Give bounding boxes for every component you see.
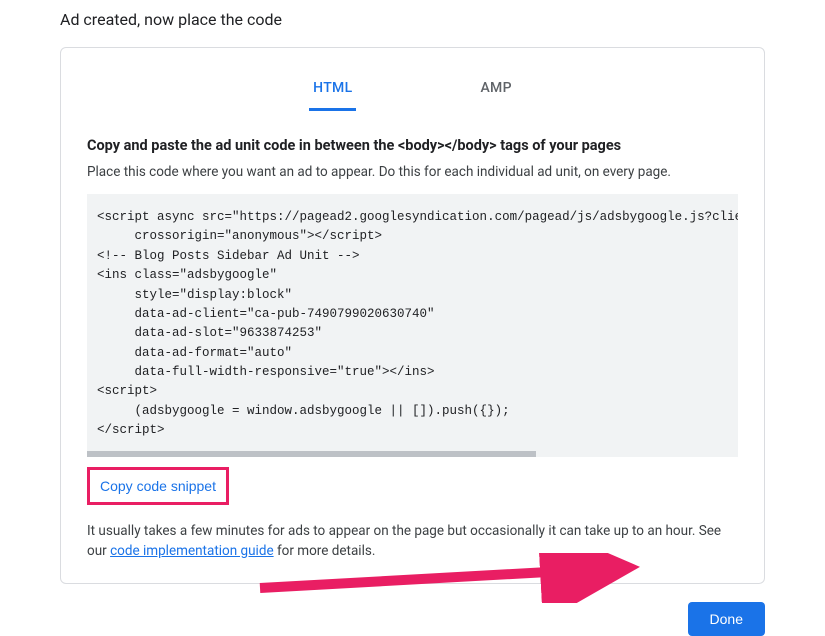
implementation-guide-link[interactable]: code implementation guide: [110, 543, 274, 559]
page-title: Ad created, now place the code: [60, 10, 765, 29]
copy-code-button[interactable]: Copy code snippet: [96, 472, 220, 500]
section-sub: Place this code where you want an ad to …: [87, 164, 738, 180]
tabs: HTML AMP: [87, 68, 738, 111]
info-suffix: for more details.: [274, 543, 376, 559]
tab-html[interactable]: HTML: [309, 68, 356, 111]
code-card: HTML AMP Copy and paste the ad unit code…: [60, 47, 765, 584]
code-snippet[interactable]: <script async src="https://pagead2.googl…: [87, 194, 738, 451]
copy-button-highlight: Copy code snippet: [87, 467, 229, 505]
done-button[interactable]: Done: [688, 602, 765, 636]
code-scrollbar[interactable]: [87, 451, 738, 457]
section-heading: Copy and paste the ad unit code in betwe…: [87, 137, 738, 154]
footer: Done: [60, 602, 765, 636]
code-scrollbar-thumb[interactable]: [87, 451, 536, 457]
tab-amp[interactable]: AMP: [476, 68, 515, 111]
info-text: It usually takes a few minutes for ads t…: [87, 521, 738, 562]
